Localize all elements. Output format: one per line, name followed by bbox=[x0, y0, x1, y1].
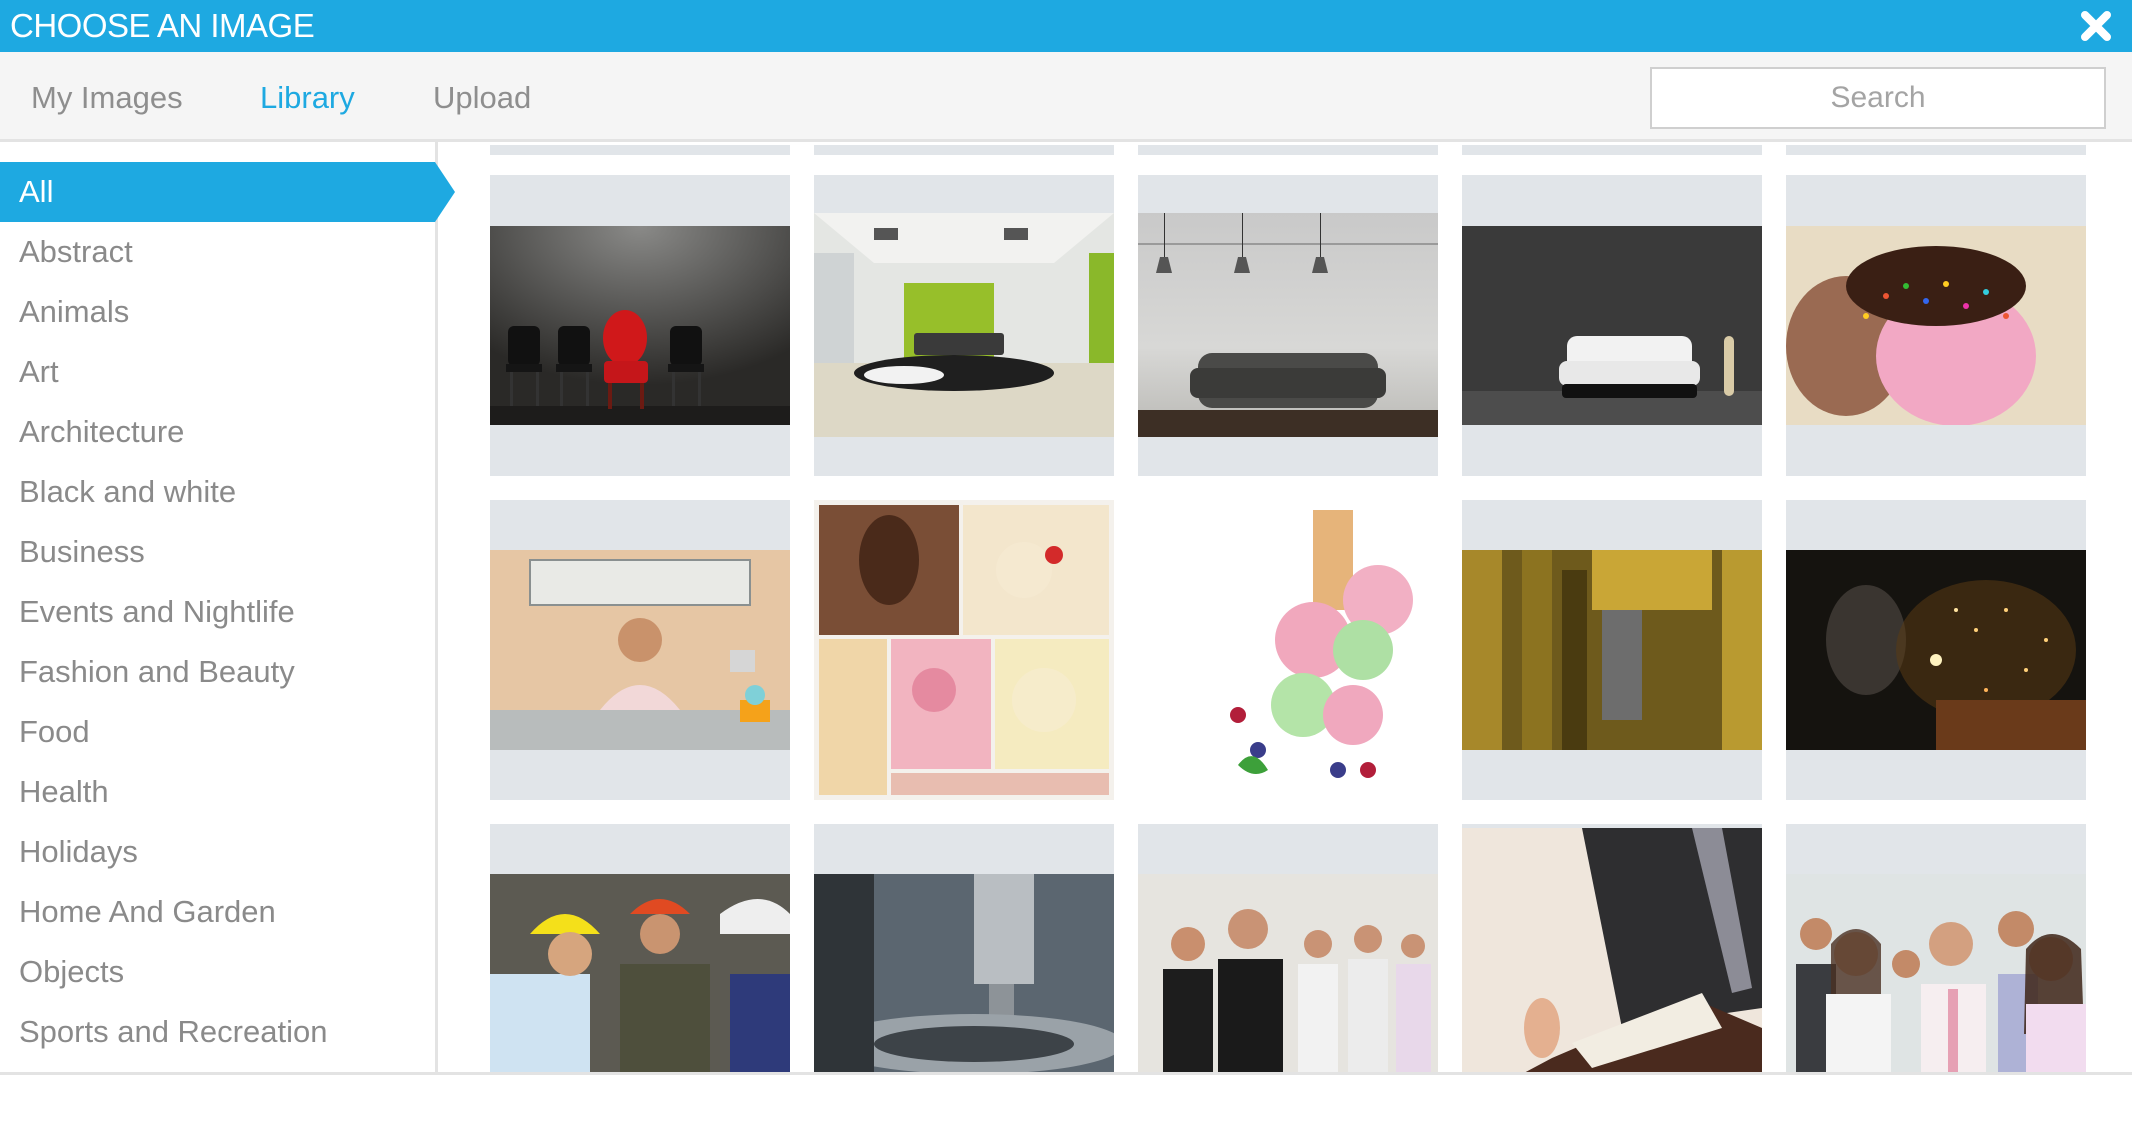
choose-image-dialog: CHOOSE AN IMAGE My Images Library Upload… bbox=[0, 0, 2132, 1142]
category-art[interactable]: Art bbox=[0, 342, 435, 402]
image-red-armchair bbox=[490, 226, 790, 425]
image-welder-sparks bbox=[1786, 550, 2086, 750]
image-tile[interactable] bbox=[1786, 175, 2086, 476]
category-objects[interactable]: Objects bbox=[0, 942, 435, 1002]
tab-upload[interactable]: Upload bbox=[433, 78, 531, 118]
tab-my-images[interactable]: My Images bbox=[31, 78, 183, 118]
image-tile[interactable] bbox=[1786, 500, 2086, 800]
image-tile-partial[interactable] bbox=[1462, 145, 1762, 155]
category-animals[interactable]: Animals bbox=[0, 282, 435, 342]
image-tile[interactable] bbox=[1786, 824, 2086, 1072]
image-tile[interactable] bbox=[490, 500, 790, 800]
image-businessman-reading bbox=[1462, 828, 1762, 1072]
image-tile-partial[interactable] bbox=[814, 145, 1114, 155]
image-tile[interactable] bbox=[1462, 175, 1762, 476]
category-business[interactable]: Business bbox=[0, 522, 435, 582]
image-leather-sofa bbox=[1138, 213, 1438, 437]
image-ice-cream-shop-woman bbox=[490, 550, 790, 750]
search-input[interactable] bbox=[1650, 67, 2106, 129]
image-business-team bbox=[1138, 874, 1438, 1072]
image-tile[interactable] bbox=[1462, 824, 1762, 1072]
close-button[interactable] bbox=[2078, 8, 2114, 44]
image-tile[interactable] bbox=[1138, 500, 1438, 800]
title-bar: CHOOSE AN IMAGE bbox=[0, 0, 2132, 52]
image-hard-hat-workers bbox=[490, 874, 790, 1072]
category-health[interactable]: Health bbox=[0, 762, 435, 822]
image-tile[interactable] bbox=[1138, 175, 1438, 476]
tab-bar: My Images Library Upload bbox=[0, 52, 2132, 142]
image-tile-partial[interactable] bbox=[1138, 145, 1438, 155]
image-tile[interactable] bbox=[1138, 824, 1438, 1072]
category-sports-and-recreation[interactable]: Sports and Recreation bbox=[0, 1002, 435, 1062]
image-tile[interactable] bbox=[1462, 500, 1762, 800]
image-tile[interactable] bbox=[814, 175, 1114, 476]
image-tile[interactable] bbox=[490, 175, 790, 476]
dialog-title: CHOOSE AN IMAGE bbox=[10, 7, 315, 44]
category-home-and-garden[interactable]: Home And Garden bbox=[0, 882, 435, 942]
close-icon bbox=[2081, 11, 2111, 41]
image-drill-machine bbox=[814, 874, 1114, 1072]
image-industrial-machinery bbox=[1462, 550, 1762, 750]
image-tile-partial[interactable] bbox=[490, 145, 790, 155]
image-green-living-room bbox=[814, 213, 1114, 437]
image-white-sofa bbox=[1462, 226, 1762, 425]
image-grid[interactable] bbox=[441, 145, 2132, 1072]
image-ice-cream-collage bbox=[814, 500, 1114, 800]
category-fashion-and-beauty[interactable]: Fashion and Beauty bbox=[0, 642, 435, 702]
image-tile[interactable] bbox=[814, 500, 1114, 800]
image-business-people-looking-up bbox=[1786, 874, 2086, 1072]
category-food[interactable]: Food bbox=[0, 702, 435, 762]
category-black-and-white[interactable]: Black and white bbox=[0, 462, 435, 522]
tab-library[interactable]: Library bbox=[260, 78, 355, 118]
image-tile-partial[interactable] bbox=[1786, 145, 2086, 155]
image-ice-cream-sprinkles bbox=[1786, 226, 2086, 425]
category-architecture[interactable]: Architecture bbox=[0, 402, 435, 462]
category-all[interactable]: All bbox=[0, 162, 455, 222]
category-holidays[interactable]: Holidays bbox=[0, 822, 435, 882]
dialog-bottom-border bbox=[0, 1072, 2132, 1075]
category-events-and-nightlife[interactable]: Events and Nightlife bbox=[0, 582, 435, 642]
image-ice-cream-berries bbox=[1138, 500, 1438, 800]
category-abstract[interactable]: Abstract bbox=[0, 222, 435, 282]
image-tile[interactable] bbox=[814, 824, 1114, 1072]
image-tile[interactable] bbox=[490, 824, 790, 1072]
category-sidebar: All Abstract Animals Art Architecture Bl… bbox=[0, 142, 455, 1072]
